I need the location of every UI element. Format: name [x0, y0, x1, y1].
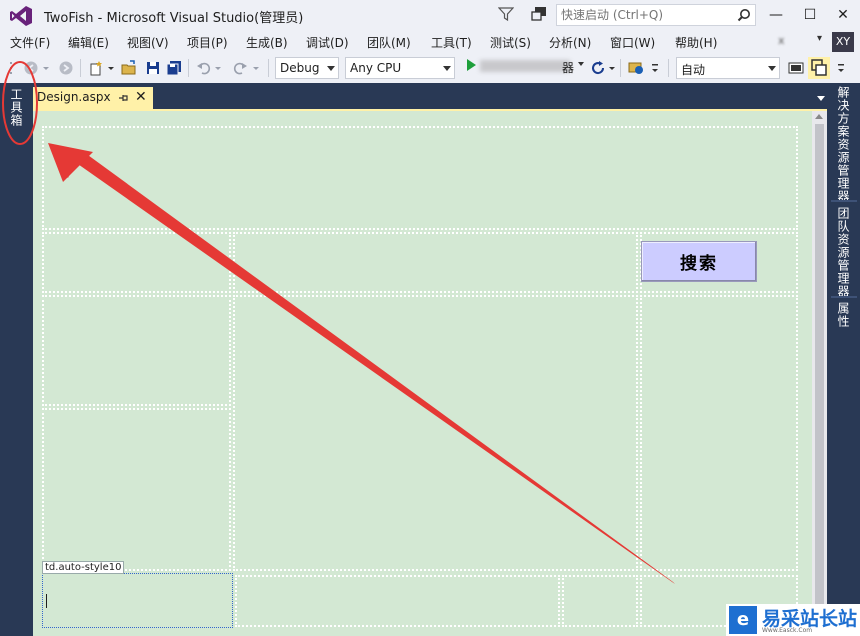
watermark-subtext: Www.Easck.Com — [762, 627, 813, 634]
run-target-blurred[interactable] — [480, 60, 570, 72]
new-dropdown-icon[interactable] — [107, 60, 115, 76]
menu-test[interactable]: 测试(S) — [490, 34, 531, 51]
avatar[interactable]: XY — [832, 32, 854, 52]
menu-debug[interactable]: 调试(D) — [306, 34, 349, 51]
menu-tools[interactable]: 工具(T) — [431, 34, 472, 51]
selected-element-tag: td.auto-style10 — [42, 561, 125, 574]
table-cell[interactable] — [42, 408, 231, 571]
tab-properties[interactable]: 属性 — [835, 302, 852, 328]
window-title: TwoFish - Microsoft Visual Studio(管理员) — [44, 11, 304, 26]
toolbox-tab-label[interactable]: 工具箱 — [8, 88, 25, 127]
platform-value: Any CPU — [350, 61, 402, 75]
toolbar-overflow-icon[interactable] — [836, 60, 846, 76]
design-view-icon[interactable] — [788, 60, 804, 76]
minimize-button[interactable]: — — [766, 5, 786, 25]
scrollbar-thumb[interactable] — [815, 124, 824, 624]
maximize-button[interactable]: ☐ — [800, 5, 820, 25]
search-button[interactable]: 搜索 — [641, 241, 757, 282]
table-cell[interactable] — [640, 295, 798, 571]
navigate-back-icon[interactable] — [23, 60, 39, 76]
refresh-dropdown-icon[interactable] — [608, 60, 616, 76]
menu-bar: 文件(F) 编辑(E) 视图(V) 项目(P) 生成(B) 调试(D) 团队(M… — [0, 31, 860, 53]
tab-team-explorer[interactable]: 团队资源管理器 — [835, 207, 852, 298]
table-cell[interactable] — [233, 232, 638, 293]
undo-icon[interactable] — [196, 60, 212, 76]
close-tab-icon[interactable]: ✕ — [135, 89, 147, 105]
tab-list-dropdown-icon[interactable] — [817, 96, 825, 101]
site-watermark: e 易采站长站 Www.Easck.Com — [726, 604, 860, 636]
menu-edit[interactable]: 编辑(E) — [68, 34, 109, 51]
back-dropdown-icon[interactable] — [42, 60, 50, 76]
table-cell-content[interactable] — [233, 295, 638, 571]
table-cell[interactable] — [562, 575, 638, 627]
user-dropdown-icon[interactable]: ▾ — [817, 33, 822, 44]
browser-link-icon[interactable] — [628, 60, 644, 76]
new-project-icon[interactable] — [88, 60, 104, 76]
feedback-icon[interactable] — [530, 5, 548, 23]
layout-value: 自动 — [681, 63, 706, 77]
quick-launch-input[interactable] — [561, 7, 731, 23]
configuration-value: Debug — [280, 61, 320, 75]
left-sidebar — [0, 83, 33, 636]
filter-icon[interactable] — [498, 6, 514, 22]
pin-icon[interactable] — [117, 92, 129, 104]
menu-view[interactable]: 视图(V) — [127, 34, 169, 51]
run-target-label[interactable]: 器 — [562, 59, 574, 76]
layout-select[interactable]: 自动 — [676, 57, 780, 79]
start-debugging-icon[interactable] — [467, 59, 476, 71]
navigate-forward-icon[interactable] — [58, 60, 74, 76]
redo-dropdown-icon[interactable] — [252, 60, 260, 76]
toolbar-overflow-icon[interactable] — [650, 60, 660, 76]
menu-help[interactable]: 帮助(H) — [675, 34, 717, 51]
search-icon[interactable] — [737, 8, 751, 22]
chevron-down-icon — [768, 66, 776, 71]
platform-select[interactable]: Any CPU — [345, 57, 455, 79]
tab-label[interactable]: Design.aspx — [37, 90, 111, 104]
title-bar: TwoFish - Microsoft Visual Studio(管理员) —… — [0, 0, 860, 31]
selected-table-cell[interactable] — [42, 573, 233, 628]
tab-solution-explorer[interactable]: 解决方案资源管理器 — [835, 86, 852, 203]
open-file-icon[interactable] — [121, 60, 137, 76]
standard-toolbar: Debug Any CPU 自动 — [0, 53, 860, 83]
menu-window[interactable]: 窗口(W) — [610, 34, 655, 51]
menu-build[interactable]: 生成(B) — [246, 34, 288, 51]
scroll-up-icon[interactable] — [815, 114, 823, 119]
save-all-icon[interactable] — [166, 60, 182, 76]
menu-analyze[interactable]: 分析(N) — [549, 34, 591, 51]
menu-project[interactable]: 项目(P) — [187, 34, 228, 51]
quick-launch-box[interactable] — [556, 4, 756, 26]
menu-team[interactable]: 团队(M) — [367, 34, 411, 51]
chevron-down-icon — [443, 66, 451, 71]
refresh-icon[interactable] — [590, 60, 606, 76]
table-cell-header[interactable] — [42, 126, 798, 230]
toolbar-grip-icon[interactable] — [8, 60, 24, 76]
close-button[interactable]: ✕ — [833, 5, 853, 25]
configuration-select[interactable]: Debug — [275, 57, 339, 79]
split-view-icon[interactable] — [808, 57, 830, 79]
user-name[interactable]: x — [778, 34, 785, 47]
chevron-down-icon — [327, 66, 335, 71]
table-cell[interactable] — [235, 575, 560, 627]
visual-studio-logo-icon — [10, 6, 32, 26]
table-cell[interactable] — [42, 295, 231, 406]
menu-file[interactable]: 文件(F) — [10, 34, 50, 51]
text-caret — [46, 594, 47, 608]
tab-design-aspx[interactable]: Design.aspx ✕ — [33, 87, 153, 109]
save-icon[interactable] — [145, 60, 161, 76]
run-dropdown-icon[interactable] — [578, 62, 584, 66]
undo-dropdown-icon[interactable] — [214, 60, 222, 76]
watermark-logo: e — [729, 606, 757, 634]
redo-icon[interactable] — [232, 60, 248, 76]
table-cell[interactable] — [42, 232, 231, 293]
